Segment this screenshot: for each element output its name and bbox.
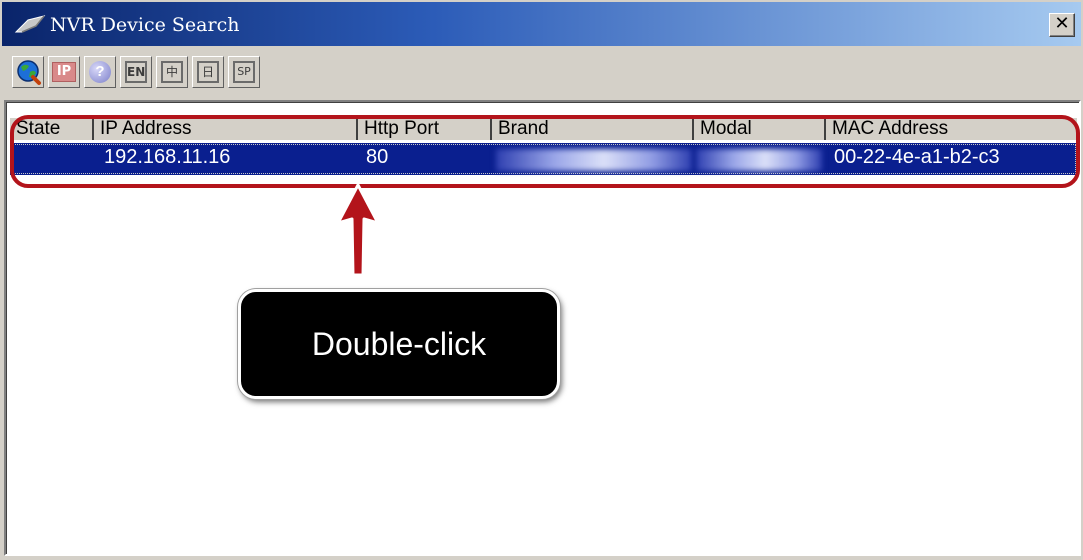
help-icon: ? <box>89 61 111 83</box>
cell-http-port: 80 <box>366 146 389 168</box>
language-zh-label: 中 <box>161 61 183 83</box>
language-sp-label: SP <box>233 61 255 83</box>
column-header-brand[interactable]: Brand <box>492 118 694 140</box>
title-bar[interactable]: NVR Device Search ✕ <box>2 2 1081 46</box>
search-button[interactable] <box>12 56 44 88</box>
language-en-button[interactable]: EN <box>120 56 152 88</box>
toolbar: IP ? EN 中 日 SP <box>2 48 1081 96</box>
language-sp-button[interactable]: SP <box>228 56 260 88</box>
ip-icon: IP <box>52 62 76 82</box>
cell-modal-redacted <box>696 149 822 171</box>
cell-brand-redacted <box>496 149 692 171</box>
help-button[interactable]: ? <box>84 56 116 88</box>
close-button[interactable]: ✕ <box>1049 13 1075 37</box>
ip-config-button[interactable]: IP <box>48 56 80 88</box>
column-header-mac-address[interactable]: MAC Address <box>826 118 1077 140</box>
column-header-row: State IP Address Http Port Brand Modal M… <box>10 118 1077 140</box>
language-en-label: EN <box>125 61 147 83</box>
language-jp-button[interactable]: 日 <box>192 56 224 88</box>
language-jp-label: 日 <box>197 61 219 83</box>
cell-mac-address: 00-22-4e-a1-b2-c3 <box>834 146 1000 168</box>
column-header-state[interactable]: State <box>10 118 94 140</box>
double-click-callout: Double-click <box>238 289 560 399</box>
ip-icon-label: IP <box>56 64 72 79</box>
column-header-ip-address[interactable]: IP Address <box>94 118 358 140</box>
help-icon-label: ? <box>95 63 105 80</box>
search-icon <box>17 60 41 85</box>
app-icon <box>14 15 46 33</box>
language-zh-button[interactable]: 中 <box>156 56 188 88</box>
column-header-modal[interactable]: Modal <box>694 118 826 140</box>
column-header-http-port[interactable]: Http Port <box>358 118 492 140</box>
table-row[interactable]: 192.168.11.16 80 00-22-4e-a1-b2-c3 <box>10 143 1077 175</box>
cell-state <box>10 143 94 175</box>
nvr-device-search-window: NVR Device Search ✕ IP ? EN 中 日 SP State… <box>0 0 1083 560</box>
window-title: NVR Device Search <box>50 14 240 36</box>
cell-ip-address: 192.168.11.16 <box>104 146 231 168</box>
